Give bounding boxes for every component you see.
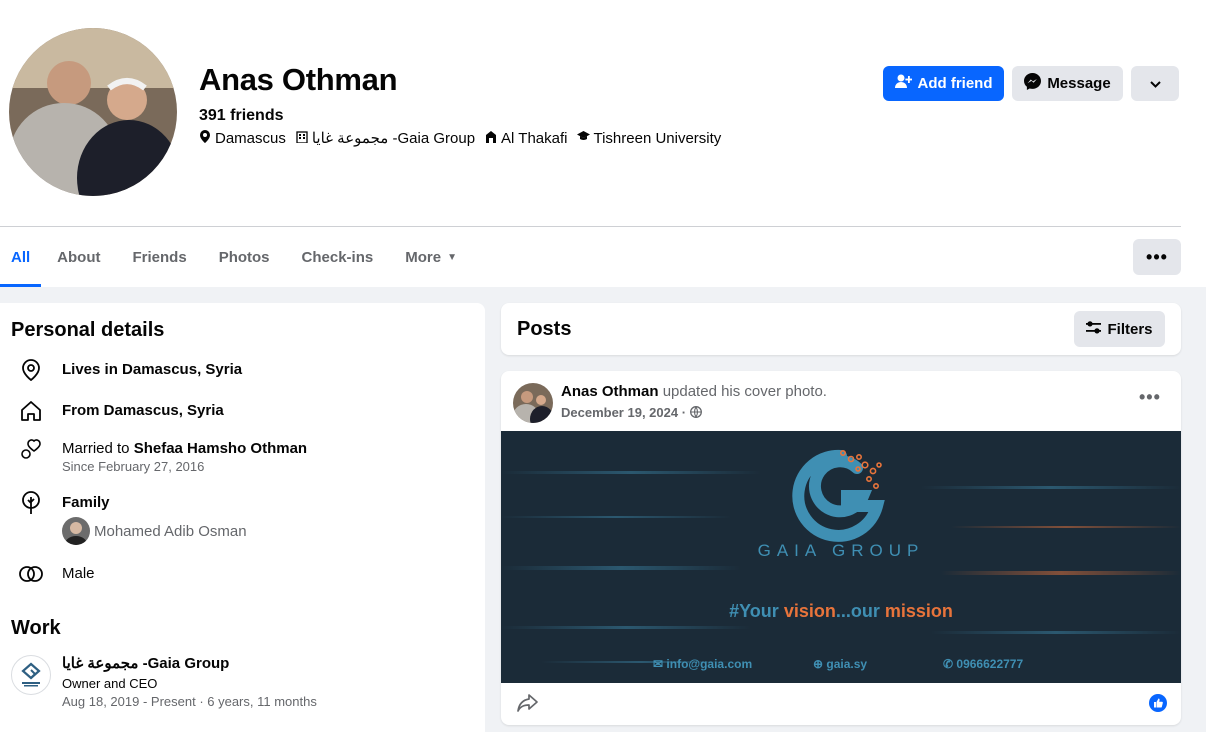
post-options-button[interactable]: ••• [1139,387,1161,408]
married-text: Married to Shefaa Hamsho Othman Since Fe… [62,440,308,474]
globe-icon [689,405,702,420]
location-pin-icon [199,130,211,146]
messenger-icon [1024,73,1042,94]
caret-down-icon: ▼ [447,251,457,263]
family-label: Family [62,494,110,511]
work-title: Work [11,617,61,639]
more-dots-icon: ••• [1139,387,1161,407]
post-card: Anas Othman updated his cover photo. Dec… [501,371,1181,725]
globe-icon: ⊕ [813,657,824,671]
friends-count[interactable]: 391 friends [199,107,283,125]
personal-details-title: Personal details [11,319,165,341]
family-text: Family Mohamed Adib Osman [62,494,247,545]
family-tree-icon [19,491,43,515]
post-author-avatar[interactable] [513,383,553,423]
more-dots-icon: ••• [1146,246,1168,267]
from-row: From Damascus, Syria [19,399,224,423]
intro-card: Personal details Lives in Damascus, Syri… [0,303,485,732]
message-button[interactable]: Message [1012,66,1123,101]
lives-in-text[interactable]: Lives in Damascus, Syria [62,361,242,378]
tab-more[interactable]: More ▼ [389,227,473,287]
share-icon[interactable] [517,693,539,718]
family-row: Family Mohamed Adib Osman [19,491,247,545]
tab-checkins[interactable]: Check-ins [286,227,390,287]
tab-photos[interactable]: Photos [203,227,286,287]
school-icon [485,130,497,146]
profile-meta: Damascus مجموعة غايا -Gaia Group Al Thak… [199,129,721,147]
work-text: مجموعة غايا -Gaia Group Owner and CEO Au… [62,654,317,709]
building-icon [296,130,308,146]
spouse-link[interactable]: Shefaa Hamsho Othman [134,440,307,457]
graduation-cap-icon [577,131,591,145]
cover-phone: ✆ 0966622777 [943,657,1024,671]
post-action: updated his cover photo. [662,383,827,400]
posts-header-card: Posts Filters [501,303,1181,355]
profile-tabs: All About Friends Photos Check-ins More ▼ [0,227,473,287]
cover-site: ⊕ gaia.sy [813,657,868,671]
meta-school[interactable]: Al Thakafi [485,129,567,147]
add-friend-button[interactable]: Add friend [883,66,1004,101]
company-logo[interactable] [11,655,51,695]
home-icon [19,399,43,423]
meta-university[interactable]: Tishreen University [577,129,721,147]
like-reaction-icon[interactable] [1149,694,1167,712]
work-dates: Aug 18, 2019 - Present · 6 years, 11 mon… [62,694,317,709]
post-header: Anas Othman updated his cover photo. [561,383,827,400]
cover-email: ✉ info@gaia.com [653,657,753,671]
gender-icon [19,562,43,586]
relationship-hearts-icon [19,437,43,461]
meta-city: Damascus [199,129,286,147]
married-since: Since February 27, 2016 [62,459,205,474]
location-pin-icon [19,358,43,382]
gender-row: Male [19,562,95,586]
profile-options-button[interactable] [1131,66,1179,101]
post-author-name[interactable]: Anas Othman [561,383,659,400]
posts-title: Posts [517,318,572,340]
cover-photo[interactable]: GAIA GROUP #Your vision...our mission ✉ … [501,431,1181,683]
chevron-down-icon [1149,75,1161,92]
profile-avatar[interactable] [9,28,177,196]
from-text[interactable]: From Damascus, Syria [62,402,224,419]
tab-about[interactable]: About [41,227,116,287]
tab-friends[interactable]: Friends [117,227,203,287]
lives-in-row: Lives in Damascus, Syria [19,358,242,382]
tab-all[interactable]: All [0,227,42,287]
family-member[interactable]: Mohamed Adib Osman [62,517,247,545]
phone-icon: ✆ [943,657,954,671]
filters-button[interactable]: Filters [1074,311,1165,347]
profile-name: Anas Othman [199,62,398,97]
relationship-row: Married to Shefaa Hamsho Othman Since Fe… [19,437,307,474]
post-date[interactable]: December 19, 2024 · [561,405,702,420]
add-friend-icon [894,74,912,93]
cover-brand-text: GAIA GROUP [757,541,925,560]
filter-sliders-icon [1086,320,1102,338]
gender-text: Male [62,565,95,582]
profile-header: Anas Othman 391 friends Damascus مجموعة … [0,0,1206,287]
cover-slogan: #Your vision...our mission [729,601,953,621]
work-role: Owner and CEO [62,676,158,691]
family-member-avatar [62,517,90,545]
meta-company[interactable]: مجموعة غايا -Gaia Group [296,129,475,147]
tabs-more-options-button[interactable]: ••• [1133,239,1181,275]
work-company[interactable]: مجموعة غايا -Gaia Group [62,654,317,672]
work-row: مجموعة غايا -Gaia Group Owner and CEO Au… [11,655,317,709]
mail-icon: ✉ [653,657,664,671]
